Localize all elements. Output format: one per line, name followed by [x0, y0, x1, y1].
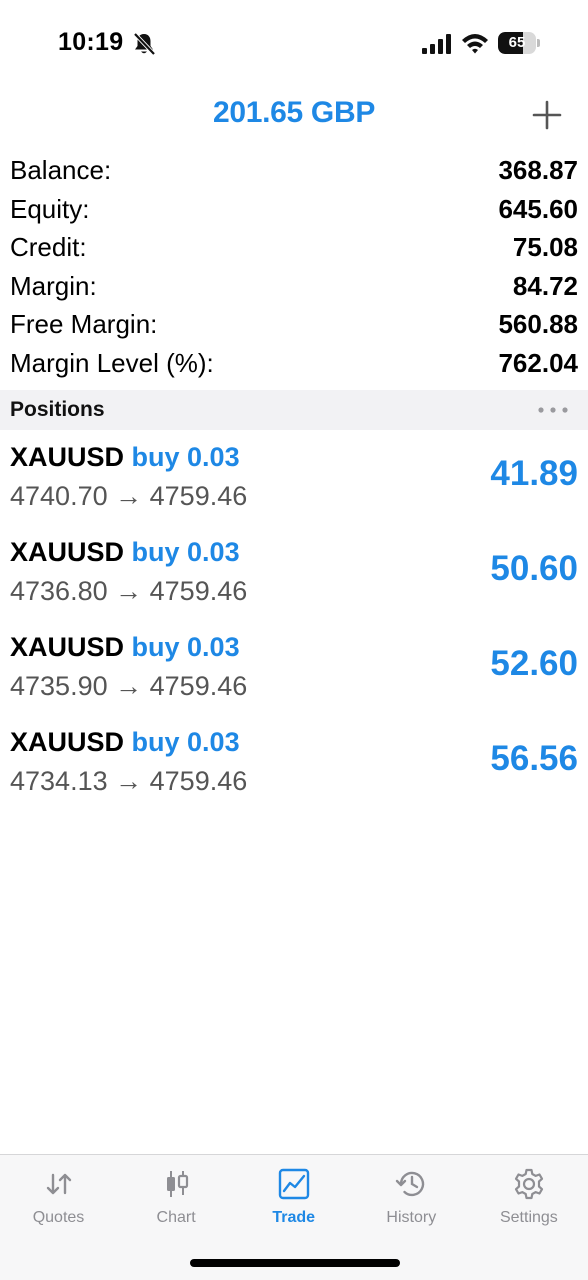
positions-title: Positions: [10, 398, 105, 421]
price-arrow: →: [115, 766, 143, 796]
header: 201.65 GBP: [0, 88, 588, 144]
position-open-price: 4735.90: [10, 671, 108, 701]
summary-row: Free Margin: 560.88: [0, 307, 588, 346]
position-open-price: 4734.13: [10, 766, 108, 796]
status-time: 10:19: [58, 28, 124, 56]
battery-cap: [537, 39, 540, 47]
summary-row: Balance: 368.87: [0, 153, 588, 192]
tab-trade[interactable]: Trade: [235, 1155, 352, 1245]
position-open-price: 4736.80: [10, 576, 108, 606]
summary-row: Margin: 84.72: [0, 269, 588, 308]
summary-row: Equity: 645.60: [0, 192, 588, 231]
position-side-volume: buy 0.03: [131, 537, 240, 567]
history-clock-icon: [395, 1167, 429, 1201]
ellipsis-icon[interactable]: [535, 402, 571, 418]
tab-label: Quotes: [32, 1209, 85, 1226]
price-arrow: →: [115, 576, 143, 606]
summary-value: 75.08: [512, 232, 578, 262]
summary-row: Credit: 75.08: [0, 230, 588, 269]
tab-chart[interactable]: Chart: [118, 1155, 235, 1245]
cellular-signal-icon: [422, 34, 451, 54]
position-side-volume: buy 0.03: [131, 727, 240, 757]
position-current-price: 4759.46: [149, 671, 248, 701]
summary-row: Margin Level (%): 762.04: [0, 346, 588, 385]
wifi-icon: [462, 34, 488, 54]
summary-label: Balance:: [10, 155, 112, 185]
position-current-price: 4759.46: [149, 576, 248, 606]
position-title: XAUUSD buy 0.03: [10, 727, 240, 758]
tab-history[interactable]: History: [353, 1155, 470, 1245]
positions-section-header: Positions: [0, 390, 588, 430]
tab-label: Trade: [272, 1209, 316, 1226]
home-indicator: [190, 1259, 400, 1267]
position-open-price: 4740.70: [10, 481, 108, 511]
position-prices: 4735.90 → 4759.46: [10, 671, 247, 702]
summary-label: Margin Level (%):: [10, 347, 214, 378]
position-side-volume: buy 0.03: [131, 632, 240, 662]
summary-value: 645.60: [498, 193, 578, 224]
position-title: XAUUSD buy 0.03: [10, 537, 240, 568]
position-profit: 50.60: [490, 549, 578, 588]
position-symbol: XAUUSD: [10, 537, 125, 567]
battery-body: 65: [498, 32, 536, 54]
position-row[interactable]: XAUUSD buy 0.03 4740.70 → 4759.46 41.89: [0, 434, 588, 529]
battery-level: 65: [508, 34, 526, 51]
summary-value: 368.87: [498, 155, 578, 185]
position-profit: 56.56: [490, 739, 578, 778]
summary-label: Margin:: [10, 270, 97, 301]
quotes-arrows-icon: [42, 1167, 76, 1201]
price-arrow: →: [115, 481, 143, 511]
bell-slash-icon: [133, 32, 156, 56]
position-prices: 4736.80 → 4759.46: [10, 576, 247, 607]
position-title: XAUUSD buy 0.03: [10, 442, 240, 473]
position-current-price: 4759.46: [149, 766, 248, 796]
candlestick-chart-icon: [160, 1167, 194, 1201]
position-current-price: 4759.46: [149, 481, 248, 511]
position-symbol: XAUUSD: [10, 632, 125, 662]
position-prices: 4734.13 → 4759.46: [10, 766, 247, 797]
tab-settings[interactable]: Settings: [470, 1155, 587, 1245]
account-currency-title: 201.65 GBP: [212, 96, 376, 129]
tab-label: Chart: [156, 1209, 196, 1226]
status-bar: 10:19 65: [0, 0, 588, 88]
trade-chart-icon: [277, 1167, 311, 1201]
summary-label: Free Margin:: [10, 309, 158, 339]
gear-icon: [512, 1167, 546, 1201]
app-screen: 10:19 65 201.65 GBP Balance: 368.87 Equi…: [0, 0, 588, 1280]
position-side-volume: buy 0.03: [131, 442, 240, 472]
summary-value: 84.72: [512, 270, 578, 301]
position-prices: 4740.70 → 4759.46: [10, 481, 247, 512]
position-symbol: XAUUSD: [10, 442, 125, 472]
summary-label: Credit:: [10, 232, 87, 262]
summary-value: 560.88: [498, 309, 578, 339]
account-summary: Balance: 368.87 Equity: 645.60 Credit: 75.08 M…: [0, 153, 588, 384]
tab-quotes[interactable]: Quotes: [0, 1155, 117, 1245]
position-profit: 52.60: [490, 644, 578, 683]
summary-value: 762.04: [498, 347, 578, 378]
position-row[interactable]: XAUUSD buy 0.03 4734.13 → 4759.46 56.56: [0, 719, 588, 814]
tab-label: Settings: [499, 1209, 558, 1226]
price-arrow: →: [115, 671, 143, 701]
summary-label: Equity:: [10, 193, 90, 224]
plus-icon[interactable]: [530, 98, 564, 132]
position-symbol: XAUUSD: [10, 727, 125, 757]
position-title: XAUUSD buy 0.03: [10, 632, 240, 663]
positions-list: XAUUSD buy 0.03 4740.70 → 4759.46 41.89 XAU…: [0, 434, 588, 814]
tab-label: History: [386, 1209, 437, 1226]
battery-icon: 65: [498, 32, 540, 54]
position-row[interactable]: XAUUSD buy 0.03 4735.90 → 4759.46 52.60: [0, 624, 588, 719]
position-profit: 41.89: [490, 454, 578, 493]
position-row[interactable]: XAUUSD buy 0.03 4736.80 → 4759.46 50.60: [0, 529, 588, 624]
